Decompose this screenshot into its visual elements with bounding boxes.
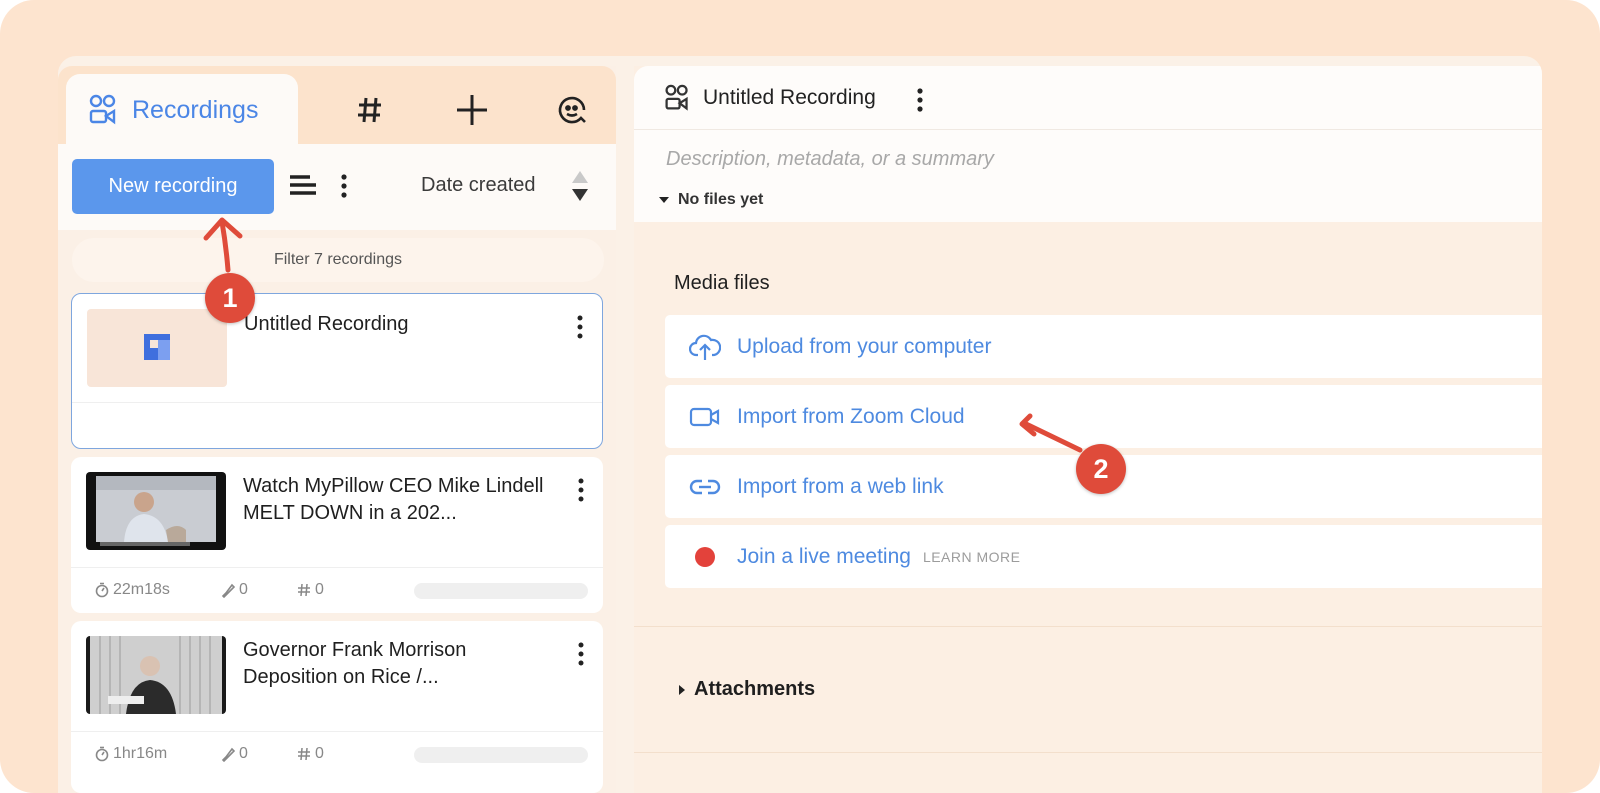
option-label: Import from Zoom Cloud xyxy=(737,404,965,428)
duration-text: 22m18s xyxy=(113,581,170,598)
kebab-icon xyxy=(574,314,586,340)
recording-detail-panel: Untitled Recording Description, metadata… xyxy=(634,66,1542,793)
recording-card-mypillow[interactable]: Watch MyPillow CEO Mike Lindell MELT DOW… xyxy=(71,457,603,613)
timer-icon xyxy=(95,582,109,598)
recording-thumbnail xyxy=(86,472,226,550)
face-icon xyxy=(557,95,587,125)
sort-direction-toggle[interactable] xyxy=(570,169,590,203)
recording-thumbnail-placeholder xyxy=(87,309,227,387)
recording-title-heading[interactable]: Untitled Recording xyxy=(703,86,876,110)
kebab-icon xyxy=(338,172,350,200)
recording-card-morrison[interactable]: Governor Frank Morrison Deposition on Ri… xyxy=(71,621,603,793)
link-icon xyxy=(689,476,721,498)
files-toggle[interactable]: No files yet xyxy=(658,191,763,209)
clips-meta: 0 xyxy=(221,581,248,599)
video-camera-icon xyxy=(689,406,721,428)
app-window: Recordings New recording Date created Fi… xyxy=(58,56,1542,793)
kebab-icon xyxy=(575,641,587,667)
plus-icon xyxy=(455,93,489,127)
description-input[interactable]: Description, metadata, or a summary xyxy=(666,148,1426,171)
hash-icon xyxy=(297,583,311,597)
tab-recordings-label: Recordings xyxy=(132,95,259,124)
recordings-icon xyxy=(664,84,690,112)
sort-arrows-icon xyxy=(570,169,590,203)
recording-title: Untitled Recording xyxy=(244,313,409,335)
tags-meta: 0 xyxy=(297,581,324,599)
tags-meta: 0 xyxy=(297,745,324,763)
recording-more-button[interactable] xyxy=(575,641,587,667)
step-2-badge: 2 xyxy=(1076,444,1126,494)
hash-icon xyxy=(297,747,311,761)
tags-count: 0 xyxy=(315,745,324,762)
hash-icon xyxy=(357,96,383,124)
import-zoom-cloud-option[interactable]: Import from Zoom Cloud xyxy=(665,385,1542,448)
media-files-heading: Media files xyxy=(674,272,770,294)
toolbar-more-button[interactable] xyxy=(338,172,350,200)
clips-meta: 0 xyxy=(221,745,248,763)
list-options-button[interactable] xyxy=(288,174,320,198)
cloud-upload-icon xyxy=(689,333,721,361)
card-divider xyxy=(71,731,603,732)
caret-down-icon xyxy=(658,196,670,204)
filter-input[interactable]: Filter 7 recordings xyxy=(72,238,604,282)
kebab-icon xyxy=(914,86,926,114)
option-label: Import from a web link xyxy=(737,474,944,498)
section-divider xyxy=(634,752,1542,753)
clips-count: 0 xyxy=(239,581,248,598)
duration-meta: 1hr16m xyxy=(95,745,167,763)
detail-header: Untitled Recording Description, metadata… xyxy=(634,66,1542,222)
attachments-toggle[interactable]: Attachments xyxy=(678,678,815,701)
timer-icon xyxy=(95,746,109,762)
highlighter-icon xyxy=(221,746,235,762)
duration-text: 1hr16m xyxy=(113,745,168,762)
recording-thumbnail xyxy=(86,636,226,714)
files-toggle-label: No files yet xyxy=(678,191,764,208)
recording-more-button[interactable] xyxy=(575,477,587,503)
recording-more-button[interactable] xyxy=(574,314,586,340)
recording-title: Watch MyPillow CEO Mike Lindell MELT DOW… xyxy=(243,475,544,524)
tab-recordings[interactable]: Recordings xyxy=(66,74,298,146)
join-live-meeting-option[interactable]: Join a live meeting LEARN MORE xyxy=(665,525,1542,588)
duration-meta: 22m18s xyxy=(95,581,170,599)
clips-count: 0 xyxy=(239,745,248,762)
recording-title: Governor Frank Morrison Deposition on Ri… xyxy=(243,639,467,688)
recording-card-untitled[interactable]: Untitled Recording xyxy=(71,293,603,449)
tab-strip: Recordings xyxy=(58,66,616,146)
option-label: Upload from your computer xyxy=(737,334,992,358)
tab-add[interactable] xyxy=(450,88,494,132)
new-recording-button[interactable]: New recording xyxy=(72,159,274,214)
record-dot-icon xyxy=(689,546,721,568)
caret-right-icon xyxy=(678,684,686,696)
learn-more-link[interactable]: LEARN MORE xyxy=(923,549,1021,565)
step-1-badge: 1 xyxy=(205,273,255,323)
recording-menu-button[interactable] xyxy=(914,86,926,114)
sort-select[interactable]: Date created xyxy=(421,174,536,197)
header-divider xyxy=(634,129,1542,130)
recordings-toolbar: New recording Date created xyxy=(58,144,616,230)
attachments-label: Attachments xyxy=(694,678,816,700)
upload-from-computer-option[interactable]: Upload from your computer xyxy=(665,315,1542,378)
option-label: Join a live meeting xyxy=(737,544,911,568)
tab-hash[interactable] xyxy=(348,88,392,132)
video-frame-image xyxy=(86,472,226,550)
progress-placeholder-bar xyxy=(414,747,588,763)
section-divider xyxy=(634,626,1542,627)
recordings-icon xyxy=(88,94,118,126)
card-divider xyxy=(72,402,602,403)
recordings-panel: Recordings New recording Date created Fi… xyxy=(58,66,616,793)
highlighter-icon xyxy=(221,582,235,598)
lines-icon xyxy=(288,174,320,196)
tab-face[interactable] xyxy=(550,88,594,132)
tags-count: 0 xyxy=(315,581,324,598)
app-logo-icon xyxy=(144,334,170,360)
progress-placeholder-bar xyxy=(414,583,588,599)
video-frame-image xyxy=(86,636,226,714)
kebab-icon xyxy=(575,477,587,503)
card-divider xyxy=(71,567,603,568)
